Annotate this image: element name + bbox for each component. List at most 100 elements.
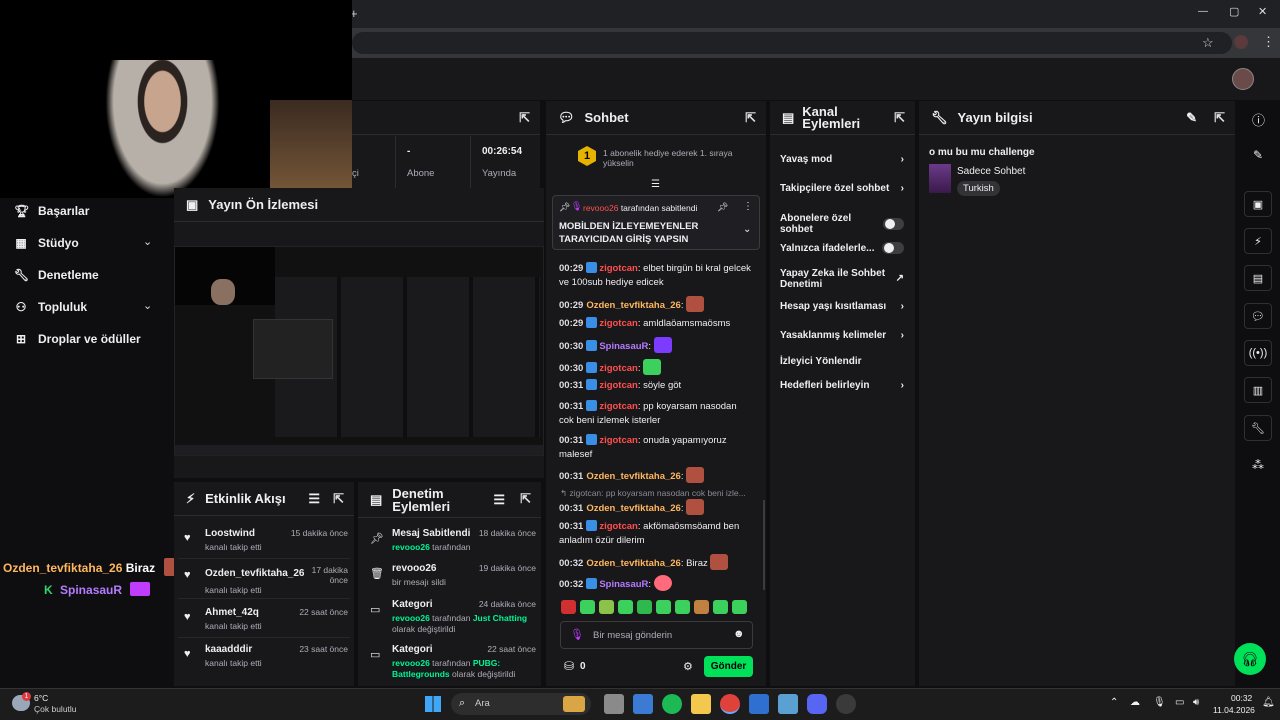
emoji-icon[interactable]: ☻ (733, 628, 745, 640)
chat-message[interactable]: 00:32 SpinasauR: (559, 575, 754, 592)
channel-action-subs-only[interactable]: Abonelere özel sohbet (780, 213, 904, 235)
clipboard-icon[interactable]: ▤ (1244, 265, 1272, 291)
popout-icon[interactable]: ⇱ (894, 110, 905, 126)
mod-action-item[interactable]: 📌︎ Mesaj Sabitlendi 18 dakika önce revooo26… (364, 528, 540, 568)
network-icon[interactable]: ▭ (1175, 697, 1184, 708)
chat-message[interactable]: 00:32 Ozden_tevfiktaha_26: Biraz (559, 554, 754, 571)
sidebar-item-community[interactable]: ⚇ Topluluk (14, 300, 88, 314)
mod-action-item[interactable]: 🗑︎ revooo26 19 dakika önce bir mesajı sildi (364, 563, 540, 603)
subs-only-toggle[interactable] (882, 218, 904, 230)
activity-item[interactable]: ♥ Loostwind 15 dakika önce kanalı takip ett… (178, 524, 350, 559)
address-bar[interactable] (352, 32, 1232, 54)
channel-action-slow-mode[interactable]: Yavaş mod › (780, 154, 904, 165)
notification-icon[interactable]: 🔔︎ (1262, 697, 1275, 708)
chat-username[interactable]: Ozden_tevfiktaha_26 (586, 558, 681, 569)
emote-button[interactable] (561, 600, 576, 614)
chat-username[interactable]: SpinasauR (599, 579, 648, 590)
user-avatar[interactable] (1232, 68, 1254, 90)
chat-username[interactable]: zigotcan (599, 435, 638, 446)
minimize-button[interactable]: — (1198, 6, 1208, 17)
chat-message[interactable]: 00:31 zigotcan: onuda yapamıyoruz malesef (559, 434, 754, 462)
chat-username[interactable]: Ozden_tevfiktaha_26 (586, 503, 681, 514)
chat-username[interactable]: zigotcan (599, 263, 638, 274)
channel-action-raid[interactable]: İzleyici Yönlendir (780, 356, 904, 367)
chat-message[interactable]: 00:30 SpinasauR: (559, 337, 754, 354)
tag-turkish[interactable]: Turkish (957, 181, 1000, 196)
close-button[interactable]: ✕ (1258, 5, 1267, 18)
chat-message[interactable]: 00:30 zigotcan: (559, 359, 754, 376)
mic-tray-icon[interactable]: 🎙︎ (1153, 697, 1166, 708)
emote-button[interactable] (656, 600, 671, 614)
info-icon[interactable]: ⓘ (1252, 110, 1265, 129)
chat-username[interactable]: Ozden_tevfiktaha_26 (586, 300, 681, 311)
mod-action-item[interactable]: ▭ Kategori 22 saat önce revooo26 tarafından… (364, 644, 540, 684)
mic-icon[interactable]: 🎙︎ (570, 628, 584, 641)
wrench-icon[interactable]: 🔧︎ (1244, 415, 1272, 441)
start-button[interactable] (425, 696, 441, 712)
channel-action-ai-moderation[interactable]: Yapay Zeka ile Sohbet Denetimi ↗ (780, 268, 904, 290)
sidebar-item-studio[interactable]: ▦ Stüdyo (14, 236, 78, 250)
activity-item[interactable]: ♥ Ozden_tevfiktaha_26 17 dakika önce kanalı… (178, 561, 350, 599)
chrome-icon[interactable] (720, 694, 740, 714)
mod-action-item[interactable]: ▭ Kategori 24 dakika önce revooo26 tarafınd… (364, 599, 540, 639)
vpn-icon[interactable] (778, 694, 798, 714)
channel-action-followers-only[interactable]: Takipçilere özel sohbet › (780, 183, 904, 194)
chat-username[interactable]: zigotcan (599, 521, 638, 532)
bookmark-star-icon[interactable]: ☆ (1202, 35, 1214, 51)
broadcast-icon[interactable]: ((•)) (1244, 340, 1272, 366)
spotify-icon[interactable] (662, 694, 682, 714)
emote-only-toggle[interactable] (882, 242, 904, 254)
discord-icon[interactable] (807, 694, 827, 714)
chat-message[interactable]: 00:29 Ozden_tevfiktaha_26: (559, 296, 754, 313)
taskbar-search[interactable]: ⌕ Ara (451, 693, 591, 715)
popout-icon[interactable]: ⇱ (519, 110, 530, 126)
emote-button[interactable] (732, 600, 747, 614)
edit-icon[interactable]: ✎ (1253, 148, 1263, 162)
popout-icon[interactable]: ⇱ (1214, 110, 1225, 126)
chat-input[interactable]: 🎙︎ Bir mesaj gönderin ☻ (560, 621, 753, 649)
help-button[interactable]: 🎧︎ (1234, 643, 1266, 675)
clock-time[interactable]: 00:32 (1231, 693, 1252, 703)
edit-icon[interactable]: ✎ (1186, 110, 1197, 126)
tray-chevron-icon[interactable]: ⌃ (1110, 697, 1118, 708)
pinned-message[interactable]: 📌︎ 🎙︎ revooo26 tarafından sabitlendi 📌︎ … (552, 195, 760, 250)
emote-button[interactable] (675, 600, 690, 614)
obs-icon[interactable] (836, 694, 856, 714)
chat-scroll-handle[interactable]: ☰ (651, 179, 660, 190)
tray-app-icon[interactable]: ☁ (1130, 697, 1140, 708)
chevron-down-icon[interactable]: ⌄ (743, 224, 751, 235)
popout-icon[interactable]: ⇱ (520, 491, 531, 507)
profile-icon[interactable] (1234, 35, 1248, 49)
gear-icon[interactable]: ⚙︎ (683, 660, 693, 673)
quick-action-icon[interactable]: ▣ (1244, 191, 1272, 217)
emote-button[interactable] (694, 600, 709, 614)
channel-points-icon[interactable]: ⛁ (564, 659, 574, 673)
popout-icon[interactable]: ⇱ (745, 110, 756, 126)
chat-username[interactable]: zigotcan (599, 401, 638, 412)
category-name[interactable]: Sadece Sohbet (957, 166, 1025, 177)
channel-action-account-age[interactable]: Hesap yaşı kısıtlaması › (780, 301, 904, 312)
filter-icon[interactable]: ☰ (493, 492, 505, 508)
chat-username[interactable]: Ozden_tevfiktaha_26 (586, 471, 681, 482)
file-explorer-icon[interactable] (691, 694, 711, 714)
volume-icon[interactable]: 🔊︎ (1193, 697, 1199, 708)
channel-action-emote-only[interactable]: Yalnızca ifadelerle... (780, 242, 904, 254)
popout-icon[interactable]: ⇱ (333, 491, 344, 507)
browser-menu-icon[interactable]: ⋮ (1262, 34, 1275, 50)
chat-username[interactable]: zigotcan (599, 363, 638, 374)
activity-item[interactable]: ♥ kaaadddir 23 saat önce kanalı takip etti (178, 640, 350, 675)
emote-button[interactable] (713, 600, 728, 614)
sidebar-item-drops[interactable]: ⊞ Droplar ve ödüller (14, 332, 141, 346)
sidebar-item-moderation[interactable]: 🔧︎ Denetleme (14, 268, 99, 282)
chat-username[interactable]: zigotcan (599, 380, 638, 391)
chat-username[interactable]: zigotcan (599, 318, 638, 329)
sidebar-item-achievements[interactable]: 🏆︎ Başarılar (14, 204, 89, 218)
emote-button[interactable] (618, 600, 633, 614)
more-tools-icon[interactable]: ⁂ (1252, 458, 1264, 472)
chat-username[interactable]: SpinasauR (599, 341, 648, 352)
chat-message[interactable]: 00:31 Ozden_tevfiktaha_26: (559, 499, 754, 516)
chat-message[interactable]: 00:29 zigotcan: amldlaöamsmaösms (559, 317, 754, 331)
chat-message[interactable]: 00:29 zigotcan: elbet birgün bi kral gelc… (559, 262, 754, 290)
chat-message[interactable]: 00:31 zigotcan: pp koyarsam nasodan cok b… (559, 400, 754, 428)
more-icon[interactable]: ⋮ (743, 201, 753, 212)
